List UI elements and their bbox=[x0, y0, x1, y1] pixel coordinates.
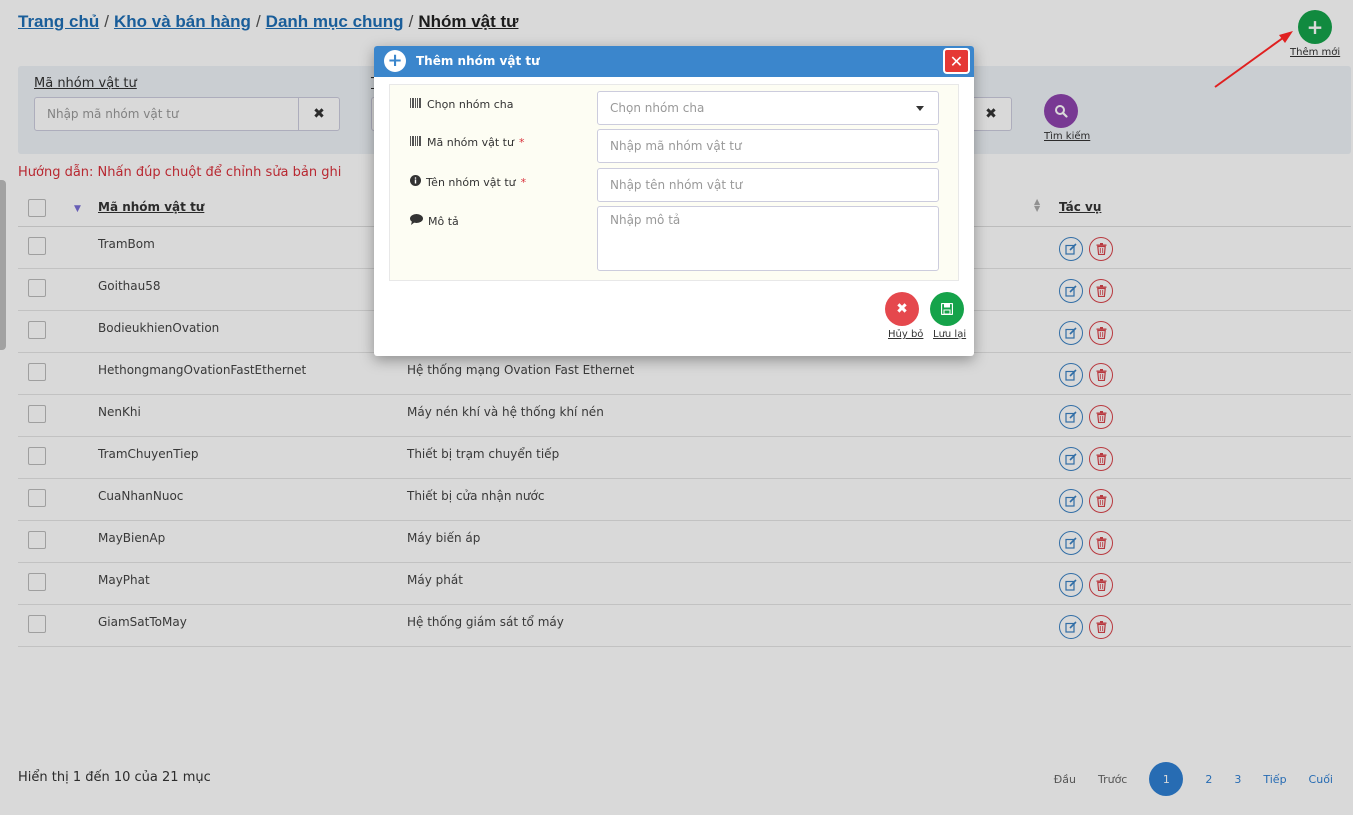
close-button[interactable]: ✕ bbox=[943, 48, 970, 74]
code-input[interactable]: Nhập mã nhóm vật tư bbox=[597, 129, 939, 163]
required-mark: * bbox=[520, 175, 527, 189]
code-label-text: Mã nhóm vật tư bbox=[427, 136, 514, 149]
save-label[interactable]: Lưu lại bbox=[933, 329, 966, 340]
close-icon: ✖ bbox=[896, 301, 908, 317]
annotation-arrow bbox=[1214, 31, 1293, 88]
add-group-dialog: + Thêm nhóm vật tư ✕ Chọn nhóm cha Chọn … bbox=[374, 46, 974, 356]
dialog-form: Chọn nhóm cha Chọn nhóm cha Mã nhóm vật … bbox=[389, 84, 959, 281]
floppy-disk-icon bbox=[941, 303, 953, 315]
cancel-button[interactable]: ✖ bbox=[885, 292, 919, 326]
description-label-text: Mô tả bbox=[428, 214, 459, 228]
name-label: Tên nhóm vật tư * bbox=[410, 175, 526, 189]
name-label-text: Tên nhóm vật tư bbox=[426, 175, 516, 189]
parent-group-label: Chọn nhóm cha bbox=[410, 98, 514, 111]
name-input[interactable]: Nhập tên nhóm vật tư bbox=[597, 168, 939, 202]
required-mark: * bbox=[518, 136, 525, 149]
cancel-label[interactable]: Hủy bỏ bbox=[888, 329, 923, 340]
dialog-title: Thêm nhóm vật tư bbox=[416, 54, 540, 68]
code-label: Mã nhóm vật tư * bbox=[410, 136, 524, 149]
info-icon bbox=[410, 175, 421, 189]
parent-group-select[interactable]: Chọn nhóm cha bbox=[597, 91, 939, 125]
plus-circle-icon: + bbox=[384, 50, 406, 72]
parent-group-label-text: Chọn nhóm cha bbox=[427, 98, 514, 111]
dropdown-caret-icon bbox=[916, 106, 924, 111]
barcode-icon bbox=[410, 136, 422, 149]
description-textarea[interactable]: Nhập mô tả bbox=[597, 206, 939, 271]
comment-icon bbox=[410, 214, 423, 228]
barcode-icon bbox=[410, 98, 422, 111]
parent-group-placeholder: Chọn nhóm cha bbox=[610, 101, 705, 115]
side-panel-edge bbox=[0, 180, 6, 350]
description-label: Mô tả bbox=[410, 214, 459, 228]
dialog-header: + Thêm nhóm vật tư ✕ bbox=[374, 46, 974, 77]
save-button[interactable] bbox=[930, 292, 964, 326]
